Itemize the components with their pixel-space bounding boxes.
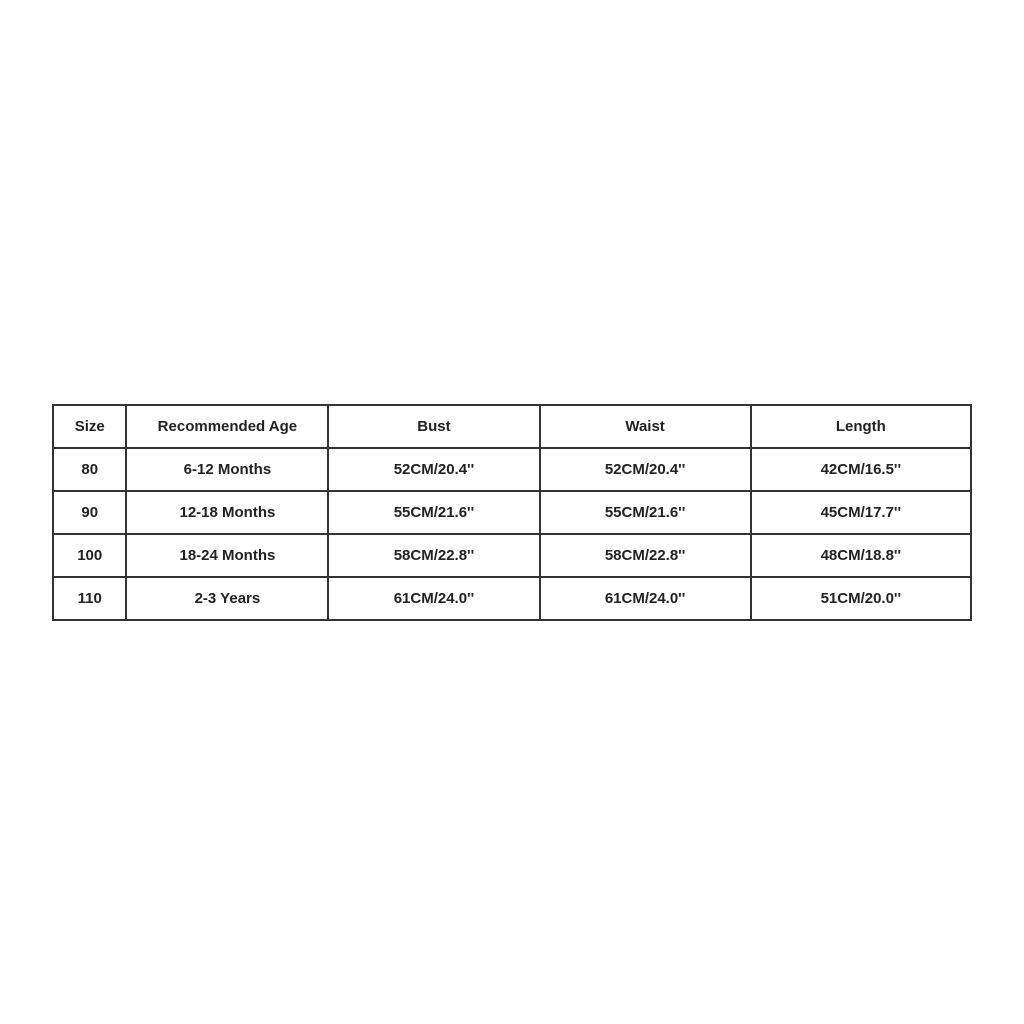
- cell-size: 110: [53, 577, 126, 620]
- cell-recommended-age: 2-3 Years: [126, 577, 328, 620]
- cell-waist: 52CM/20.4'': [540, 448, 751, 491]
- table-row: 806-12 Months52CM/20.4''52CM/20.4''42CM/…: [53, 448, 971, 491]
- cell-bust: 61CM/24.0'': [328, 577, 539, 620]
- table-row: 9012-18 Months55CM/21.6''55CM/21.6''45CM…: [53, 491, 971, 534]
- header-waist: Waist: [540, 405, 751, 448]
- cell-size: 80: [53, 448, 126, 491]
- cell-length: 42CM/16.5'': [751, 448, 971, 491]
- size-chart-table: Size Recommended Age Bust Waist Length 8…: [52, 404, 972, 621]
- size-chart-container: Size Recommended Age Bust Waist Length 8…: [52, 404, 972, 621]
- cell-waist: 61CM/24.0'': [540, 577, 751, 620]
- table-header-row: Size Recommended Age Bust Waist Length: [53, 405, 971, 448]
- cell-waist: 55CM/21.6'': [540, 491, 751, 534]
- cell-length: 51CM/20.0'': [751, 577, 971, 620]
- cell-waist: 58CM/22.8'': [540, 534, 751, 577]
- cell-size: 90: [53, 491, 126, 534]
- cell-recommended-age: 12-18 Months: [126, 491, 328, 534]
- cell-bust: 52CM/20.4'': [328, 448, 539, 491]
- header-length: Length: [751, 405, 971, 448]
- cell-size: 100: [53, 534, 126, 577]
- table-row: 10018-24 Months58CM/22.8''58CM/22.8''48C…: [53, 534, 971, 577]
- table-row: 1102-3 Years61CM/24.0''61CM/24.0''51CM/2…: [53, 577, 971, 620]
- cell-bust: 55CM/21.6'': [328, 491, 539, 534]
- cell-bust: 58CM/22.8'': [328, 534, 539, 577]
- cell-recommended-age: 18-24 Months: [126, 534, 328, 577]
- cell-length: 45CM/17.7'': [751, 491, 971, 534]
- header-size: Size: [53, 405, 126, 448]
- cell-recommended-age: 6-12 Months: [126, 448, 328, 491]
- header-bust: Bust: [328, 405, 539, 448]
- header-recommended-age: Recommended Age: [126, 405, 328, 448]
- cell-length: 48CM/18.8'': [751, 534, 971, 577]
